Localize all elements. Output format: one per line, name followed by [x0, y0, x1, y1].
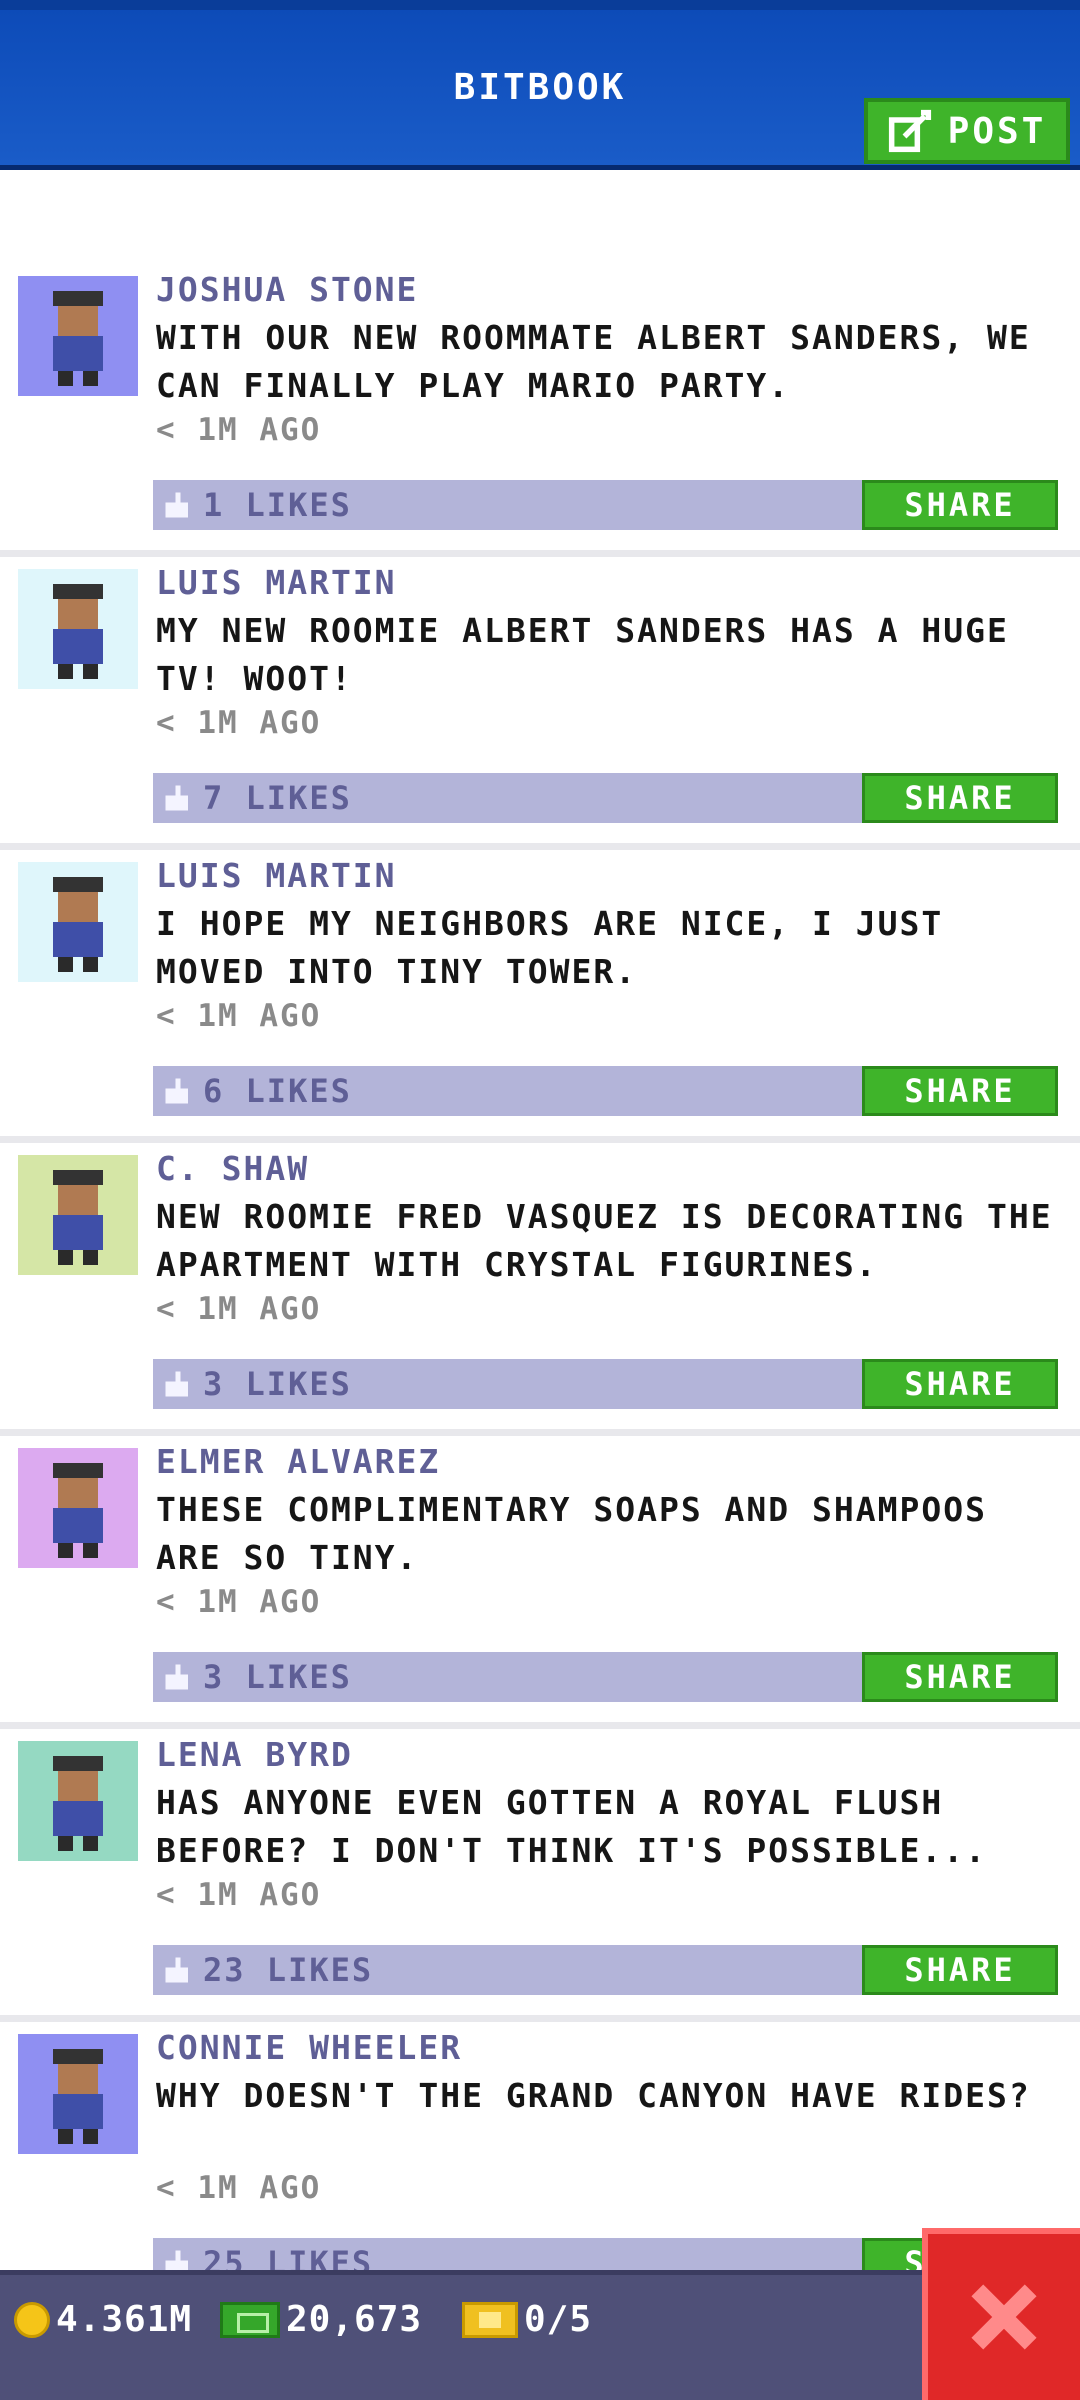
- coins-value: 4.361M: [56, 2299, 193, 2340]
- thumbs-up-icon[interactable]: [163, 490, 193, 520]
- feed-post: LENA BYRD HAS ANYONE EVEN GOTTEN A ROYAL…: [0, 1729, 1080, 2022]
- share-button[interactable]: SHARE: [862, 1652, 1058, 1702]
- share-button[interactable]: SHARE: [862, 1945, 1058, 1995]
- share-button[interactable]: SHARE: [862, 773, 1058, 823]
- post-text: I HOPE MY NEIGHBORS ARE NICE, I JUST MOV…: [156, 904, 944, 991]
- person-avatar-icon: [53, 584, 103, 679]
- bux-value: 20,673: [286, 2299, 423, 2340]
- coins-stat: 4.361M: [14, 2299, 192, 2340]
- thumbs-up-icon[interactable]: [163, 783, 193, 813]
- post-text: WHY DOESN'T THE GRAND CANYON HAVE RIDES?: [156, 2076, 1031, 2115]
- thumbs-up-icon[interactable]: [163, 1369, 193, 1399]
- likes-count: 1 LIKES: [203, 486, 352, 524]
- app-header: BITBOOK POST: [0, 0, 1080, 170]
- avatar[interactable]: [18, 862, 138, 982]
- post-text: MY NEW ROOMIE ALBERT SANDERS HAS A HUGE …: [156, 611, 1009, 698]
- post-author[interactable]: CONNIE WHEELER: [156, 2028, 462, 2067]
- avatar[interactable]: [18, 569, 138, 689]
- likes-bar: 7 LIKES SHARE: [153, 773, 1058, 823]
- bux-icon: [220, 2301, 280, 2338]
- post-time: < 1M AGO: [156, 998, 322, 1034]
- ticket-icon: [462, 2301, 518, 2338]
- person-avatar-icon: [53, 1756, 103, 1851]
- post-author[interactable]: C. SHAW: [156, 1149, 309, 1188]
- avatar[interactable]: [18, 1155, 138, 1275]
- share-button[interactable]: SHARE: [862, 1359, 1058, 1409]
- tickets-value: 0/5: [524, 2299, 593, 2340]
- post-time: < 1M AGO: [156, 1877, 322, 1913]
- likes-count: 25 LIKES: [203, 2244, 374, 2270]
- feed-post: CONNIE WHEELER WHY DOESN'T THE GRAND CAN…: [0, 2022, 1080, 2270]
- avatar[interactable]: [18, 276, 138, 396]
- post-time: < 1M AGO: [156, 1584, 322, 1620]
- likes-bar: 3 LIKES SHARE: [153, 1652, 1058, 1702]
- post-text: WITH OUR NEW ROOMMATE ALBERT SANDERS, WE…: [156, 318, 1031, 405]
- likes-count: 23 LIKES: [203, 1951, 374, 1989]
- likes-bar: 1 LIKES SHARE: [153, 480, 1058, 530]
- person-avatar-icon: [53, 2049, 103, 2144]
- thumbs-up-icon[interactable]: [163, 2248, 193, 2270]
- post-button[interactable]: POST: [864, 98, 1070, 164]
- post-text: NEW ROOMIE FRED VASQUEZ IS DECORATING TH…: [156, 1197, 1053, 1284]
- thumbs-up-icon[interactable]: [163, 1955, 193, 1985]
- share-button[interactable]: SHARE: [862, 480, 1058, 530]
- post-author[interactable]: LUIS MARTIN: [156, 563, 397, 602]
- feed-post: LUIS MARTIN I HOPE MY NEIGHBORS ARE NICE…: [0, 850, 1080, 1143]
- thumbs-up-icon[interactable]: [163, 1662, 193, 1692]
- feed-post: JOSHUA STONE WITH OUR NEW ROOMMATE ALBER…: [0, 264, 1080, 557]
- feed-post: LUIS MARTIN MY NEW ROOMIE ALBERT SANDERS…: [0, 557, 1080, 850]
- post-time: < 1M AGO: [156, 2170, 322, 2206]
- coin-icon: [14, 2301, 50, 2338]
- avatar[interactable]: [18, 1448, 138, 1568]
- post-text: THESE COMPLIMENTARY SOAPS AND SHAMPOOS A…: [156, 1490, 987, 1577]
- feed-post: C. SHAW NEW ROOMIE FRED VASQUEZ IS DECOR…: [0, 1143, 1080, 1436]
- tickets-stat: 0/5: [462, 2299, 592, 2340]
- likes-count: 3 LIKES: [203, 1658, 352, 1696]
- share-button[interactable]: SHARE: [862, 1066, 1058, 1116]
- post-author[interactable]: ELMER ALVAREZ: [156, 1442, 440, 1481]
- person-avatar-icon: [53, 1170, 103, 1265]
- close-icon: [971, 2284, 1037, 2350]
- post-button-label: POST: [947, 110, 1047, 152]
- post-time: < 1M AGO: [156, 412, 322, 448]
- thumbs-up-icon[interactable]: [163, 1076, 193, 1106]
- likes-bar: 3 LIKES SHARE: [153, 1359, 1058, 1409]
- likes-count: 6 LIKES: [203, 1072, 352, 1110]
- likes-count: 3 LIKES: [203, 1365, 352, 1403]
- bux-stat: 20,673: [220, 2299, 422, 2340]
- post-time: < 1M AGO: [156, 705, 322, 741]
- person-avatar-icon: [53, 877, 103, 972]
- compose-icon: [888, 109, 931, 153]
- post-author[interactable]: LUIS MARTIN: [156, 856, 397, 895]
- avatar[interactable]: [18, 2034, 138, 2154]
- resource-bar: 4.361M 20,673 0/5: [0, 2270, 1080, 2400]
- close-button[interactable]: [922, 2228, 1080, 2400]
- feed-list[interactable]: JOSHUA STONE WITH OUR NEW ROOMMATE ALBER…: [0, 264, 1080, 2270]
- post-time: < 1M AGO: [156, 1291, 322, 1327]
- person-avatar-icon: [53, 1463, 103, 1558]
- post-author[interactable]: LENA BYRD: [156, 1735, 353, 1774]
- avatar[interactable]: [18, 1741, 138, 1861]
- likes-count: 7 LIKES: [203, 779, 352, 817]
- person-avatar-icon: [53, 291, 103, 386]
- likes-bar: 23 LIKES SHARE: [153, 1945, 1058, 1995]
- feed-post: ELMER ALVAREZ THESE COMPLIMENTARY SOAPS …: [0, 1436, 1080, 1729]
- post-author[interactable]: JOSHUA STONE: [156, 270, 418, 309]
- likes-bar: 6 LIKES SHARE: [153, 1066, 1058, 1116]
- post-text: HAS ANYONE EVEN GOTTEN A ROYAL FLUSH BEF…: [156, 1783, 987, 1870]
